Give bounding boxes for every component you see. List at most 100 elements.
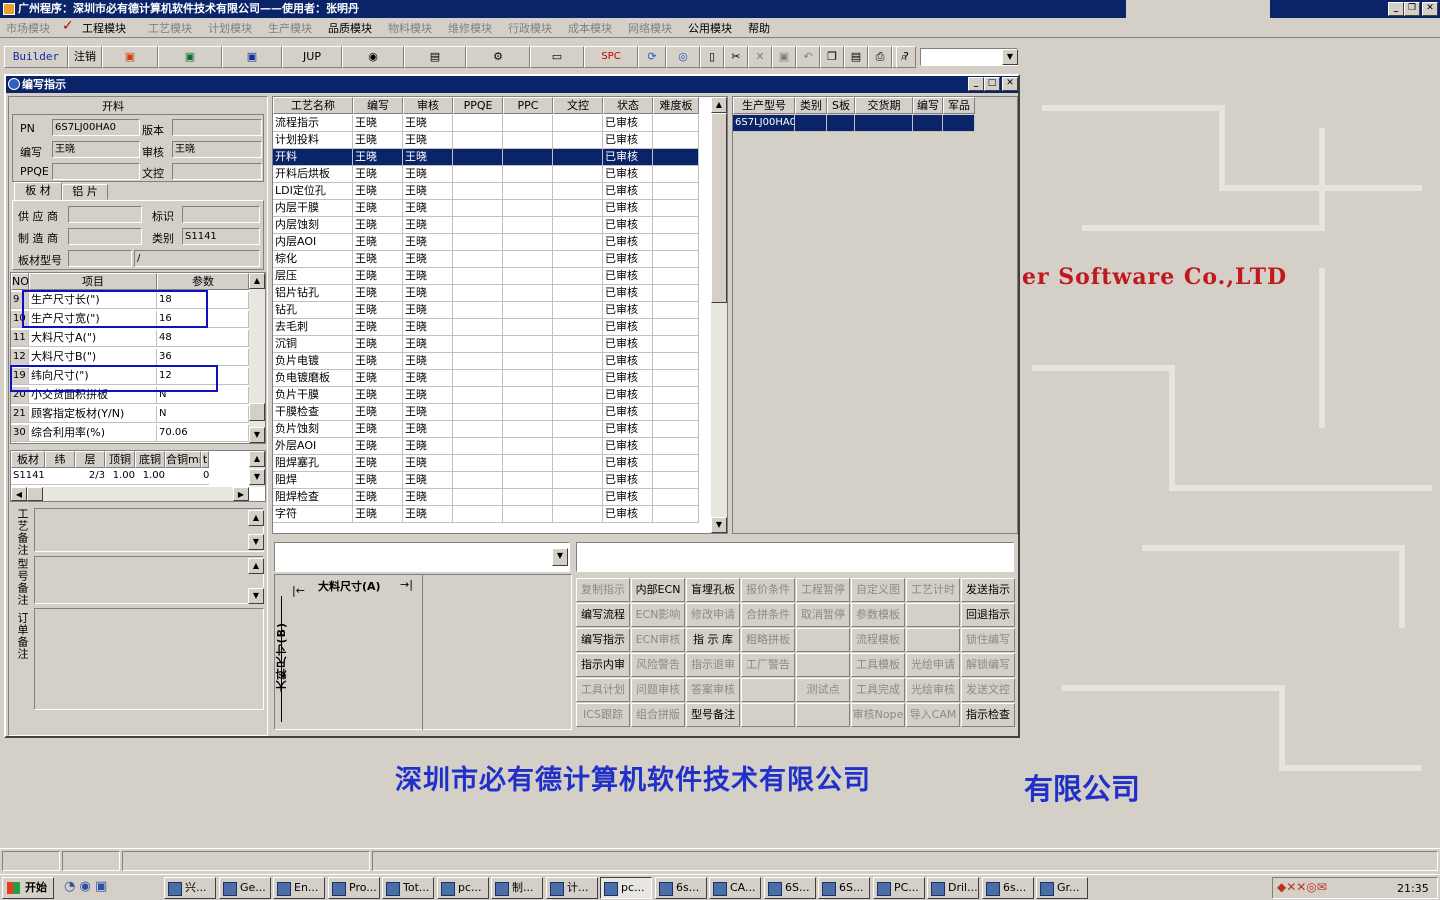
process-cell[interactable]: 王晓 [403, 285, 453, 302]
action-button[interactable]: 编写指示 [576, 628, 630, 652]
process-cell[interactable] [653, 166, 699, 183]
process-cell[interactable]: 王晓 [353, 217, 403, 234]
taskbar-item[interactable]: Ge... [219, 877, 271, 899]
process-cell[interactable] [453, 404, 503, 421]
process-cell[interactable]: 已审核 [603, 132, 653, 149]
process-cell[interactable]: 已审核 [603, 268, 653, 285]
process-cell[interactable] [653, 319, 699, 336]
process-cell[interactable]: 王晓 [403, 489, 453, 506]
process-cell[interactable]: 已审核 [603, 302, 653, 319]
process-cell[interactable] [553, 438, 603, 455]
material-cell[interactable]: 0 [201, 468, 209, 485]
process-cell[interactable] [503, 489, 553, 506]
scroll-left-icon[interactable]: ◀ [11, 487, 27, 501]
word-icon[interactable]: ▣ [222, 46, 282, 68]
start-button[interactable]: 开始 [2, 877, 54, 899]
process-cell[interactable] [453, 166, 503, 183]
action-button[interactable]: 光绘审核 [906, 678, 960, 702]
instruction-text-field[interactable] [576, 542, 1014, 572]
process-cell[interactable]: 钻孔 [273, 302, 353, 319]
process-cell[interactable]: 王晓 [403, 438, 453, 455]
process-cell[interactable] [553, 251, 603, 268]
menu-process[interactable]: 工艺模块 [148, 20, 192, 36]
model-header-cell[interactable]: 编写 [913, 97, 943, 114]
process-cell[interactable]: 王晓 [353, 115, 403, 132]
process-cell[interactable] [453, 234, 503, 251]
process-cell[interactable]: 棕化 [273, 251, 353, 268]
process-header-cell[interactable]: 难度板 [653, 97, 699, 114]
scroll-up-icon[interactable]: ▲ [249, 273, 265, 289]
action-button[interactable] [796, 653, 850, 677]
process-cell[interactable]: 王晓 [353, 387, 403, 404]
params-header-value[interactable]: 参数 [157, 273, 249, 290]
database-icon[interactable]: ▤ [404, 46, 466, 68]
action-button[interactable]: 导入CAM [906, 703, 960, 727]
scroll-thumb-h[interactable] [27, 487, 43, 501]
process-cell[interactable]: 已审核 [603, 421, 653, 438]
reviewer-field[interactable]: 王晓 [172, 141, 262, 158]
maximize-window-button[interactable]: □ [984, 77, 1000, 91]
process-cell[interactable]: 已审核 [603, 234, 653, 251]
excel-icon[interactable]: ▣ [158, 46, 222, 68]
action-button[interactable]: 回退指示 [961, 603, 1015, 627]
process-cell[interactable] [653, 268, 699, 285]
process-cell[interactable]: 已审核 [603, 370, 653, 387]
process-cell[interactable]: 已审核 [603, 200, 653, 217]
material-header-cell[interactable]: t [201, 451, 209, 468]
model-header-cell[interactable]: 类别 [795, 97, 827, 114]
process-cell[interactable] [553, 149, 603, 166]
process-header-cell[interactable]: 文控 [553, 97, 603, 114]
scroll-down-icon[interactable]: ▼ [249, 469, 265, 485]
process-cell[interactable] [503, 115, 553, 132]
process-cell[interactable] [553, 132, 603, 149]
scroll-down-icon[interactable]: ▼ [248, 534, 264, 550]
material-hscroll[interactable]: ◀ ▶ [11, 487, 249, 501]
process-cell[interactable] [653, 132, 699, 149]
taskbar-item[interactable]: Pro... [328, 877, 380, 899]
taskbar-item[interactable]: PC... [873, 877, 925, 899]
scroll-up-icon[interactable]: ▲ [711, 97, 727, 113]
menu-help[interactable]: 帮助 [748, 20, 770, 36]
taskbar-item[interactable]: Gr... [1036, 877, 1088, 899]
process-cell[interactable]: 王晓 [403, 251, 453, 268]
process-cell[interactable] [453, 217, 503, 234]
process-cell[interactable] [503, 268, 553, 285]
taskbar-item[interactable]: Tot... [382, 877, 434, 899]
process-cell[interactable] [503, 200, 553, 217]
process-cell[interactable]: 已审核 [603, 251, 653, 268]
process-cell[interactable] [653, 353, 699, 370]
scroll-thumb[interactable] [711, 113, 727, 303]
process-cell[interactable] [653, 200, 699, 217]
process-cell[interactable] [453, 421, 503, 438]
scroll-up-icon[interactable]: ▲ [249, 451, 265, 467]
process-cell[interactable] [553, 217, 603, 234]
process-cell[interactable] [653, 183, 699, 200]
process-cell[interactable]: 已审核 [603, 336, 653, 353]
process-cell[interactable]: 王晓 [353, 234, 403, 251]
menu-quality[interactable]: 品质模块 [328, 20, 372, 36]
process-cell[interactable] [553, 268, 603, 285]
tab-foil[interactable]: 铝 片 [62, 184, 108, 200]
taskbar-item[interactable]: 6S... [764, 877, 816, 899]
process-cell[interactable]: 已审核 [603, 285, 653, 302]
process-cell[interactable]: 王晓 [403, 183, 453, 200]
process-cell[interactable]: 阻焊 [273, 472, 353, 489]
action-button[interactable]: ECN影响 [631, 603, 685, 627]
process-cell[interactable] [503, 506, 553, 523]
model-note-field[interactable] [34, 556, 264, 604]
type-field[interactable]: S1141 [182, 228, 260, 245]
process-cell[interactable]: 已审核 [603, 217, 653, 234]
process-cell[interactable] [503, 472, 553, 489]
process-cell[interactable] [553, 200, 603, 217]
action-button[interactable]: 指示检查 [961, 703, 1015, 727]
action-button[interactable] [796, 628, 850, 652]
params-cell-value[interactable]: 48 [157, 330, 249, 347]
material-cell[interactable]: S1141 [11, 468, 45, 485]
process-cell[interactable] [453, 319, 503, 336]
action-button[interactable]: 风险警告 [631, 653, 685, 677]
scroll-thumb[interactable] [249, 403, 265, 421]
action-button[interactable]: 合拼条件 [741, 603, 795, 627]
doc-control-field[interactable] [172, 163, 262, 180]
process-cell[interactable] [503, 234, 553, 251]
action-button[interactable]: 测试点 [796, 678, 850, 702]
